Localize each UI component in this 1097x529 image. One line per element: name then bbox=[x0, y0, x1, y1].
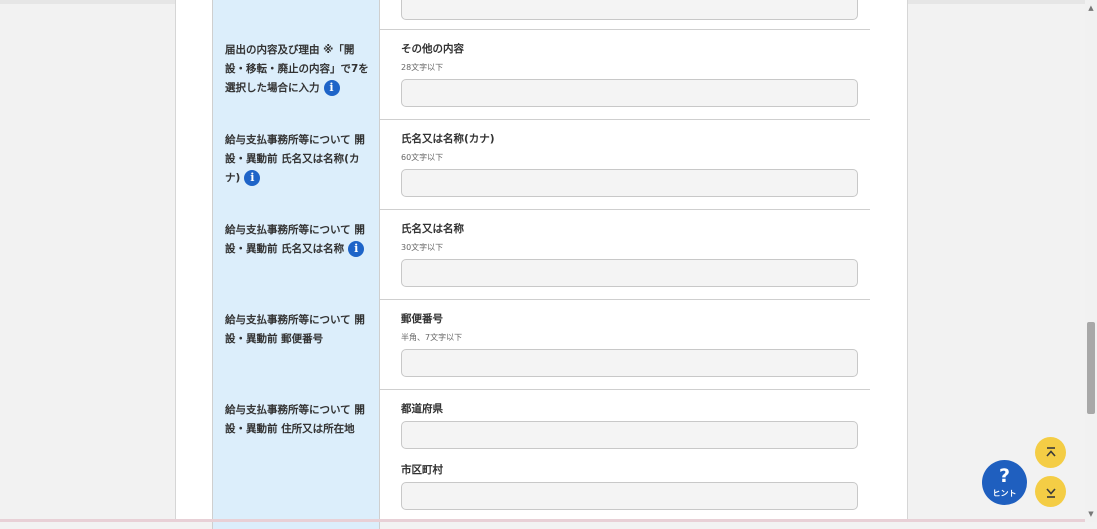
form-row-other-content: 届出の内容及び理由 ※「開設・移転・廃止の内容」で7を選択した場合に入力 i その… bbox=[212, 29, 870, 120]
info-icon[interactable]: i bbox=[244, 170, 261, 186]
chevron-up-to-top-icon bbox=[1044, 443, 1058, 461]
row-content: 都道府県 市区町村 bbox=[381, 389, 870, 529]
field-hint: 28文字以下 bbox=[401, 63, 444, 72]
form-row-name: 給与支払事務所等について 開設・異動前 氏名又は名称 i 氏名又は名称 30文字以… bbox=[212, 209, 870, 300]
hint-button-label: ヒント bbox=[992, 489, 1017, 498]
field-name: その他の内容 bbox=[401, 43, 464, 55]
vertical-scrollbar[interactable]: ▲ ▼ bbox=[1085, 0, 1097, 522]
field-name: 氏名又は名称 bbox=[401, 223, 464, 235]
city-input[interactable] bbox=[401, 482, 858, 510]
field-name: 都道府県 bbox=[401, 403, 443, 415]
row-label: 給与支払事務所等について 開設・異動前 郵便番号 bbox=[212, 299, 380, 389]
row-label: 給与支払事務所等について 開設・異動前 住所又は所在地 bbox=[212, 389, 380, 529]
row-label bbox=[212, 0, 380, 29]
field-hint: 半角、7文字以下 bbox=[401, 333, 463, 342]
field-name: 郵便番号 bbox=[401, 313, 443, 325]
field-name: 氏名又は名称(カナ) bbox=[401, 133, 495, 145]
row-content: その他の内容 28文字以下 bbox=[381, 29, 870, 119]
form-row-address: 給与支払事務所等について 開設・異動前 住所又は所在地 都道府県 市区町村 bbox=[212, 389, 870, 529]
row-content: 氏名又は名称 30文字以下 bbox=[381, 209, 870, 299]
info-icon[interactable]: i bbox=[348, 241, 365, 257]
info-icon[interactable]: i bbox=[323, 80, 340, 96]
hint-button[interactable]: ? ヒント bbox=[982, 460, 1027, 505]
prefecture-input[interactable] bbox=[401, 421, 858, 449]
scroll-to-bottom-button[interactable] bbox=[1035, 476, 1066, 507]
name-input[interactable] bbox=[401, 259, 858, 287]
row-content bbox=[381, 0, 870, 29]
scroll-down-arrow-icon[interactable]: ▼ bbox=[1085, 508, 1097, 520]
field-name: 市区町村 bbox=[401, 464, 443, 476]
row-content: 氏名又は名称(カナ) 60文字以下 bbox=[381, 119, 870, 209]
row-label: 届出の内容及び理由 ※「開設・移転・廃止の内容」で7を選択した場合に入力 i bbox=[212, 29, 380, 119]
row-label: 給与支払事務所等について 開設・異動前 氏名又は名称(カナ) i bbox=[212, 119, 380, 209]
field-hint: 60文字以下 bbox=[401, 153, 444, 162]
scroll-to-top-button[interactable] bbox=[1035, 437, 1066, 468]
question-icon: ? bbox=[998, 465, 1011, 487]
other-content-input[interactable] bbox=[401, 79, 858, 107]
field-hint: 30文字以下 bbox=[401, 243, 444, 252]
name-kana-input[interactable] bbox=[401, 169, 858, 197]
chevron-down-to-bottom-icon bbox=[1044, 482, 1058, 500]
form-page: 届出の内容及び理由 ※「開設・移転・廃止の内容」で7を選択した場合に入力 i その… bbox=[175, 0, 908, 529]
scroll-up-arrow-icon[interactable]: ▲ bbox=[1085, 2, 1097, 14]
scrollbar-thumb[interactable] bbox=[1087, 322, 1095, 414]
row-content: 郵便番号 半角、7文字以下 bbox=[381, 299, 870, 389]
row-label: 給与支払事務所等について 開設・異動前 氏名又は名称 i bbox=[212, 209, 380, 299]
form-row bbox=[212, 0, 870, 30]
text-input[interactable] bbox=[401, 0, 858, 20]
postal-code-input[interactable] bbox=[401, 349, 858, 377]
form-row-name-kana: 給与支払事務所等について 開設・異動前 氏名又は名称(カナ) i 氏名又は名称(カ… bbox=[212, 119, 870, 210]
form-row-postal-code: 給与支払事務所等について 開設・異動前 郵便番号 郵便番号 半角、7文字以下 bbox=[212, 299, 870, 390]
